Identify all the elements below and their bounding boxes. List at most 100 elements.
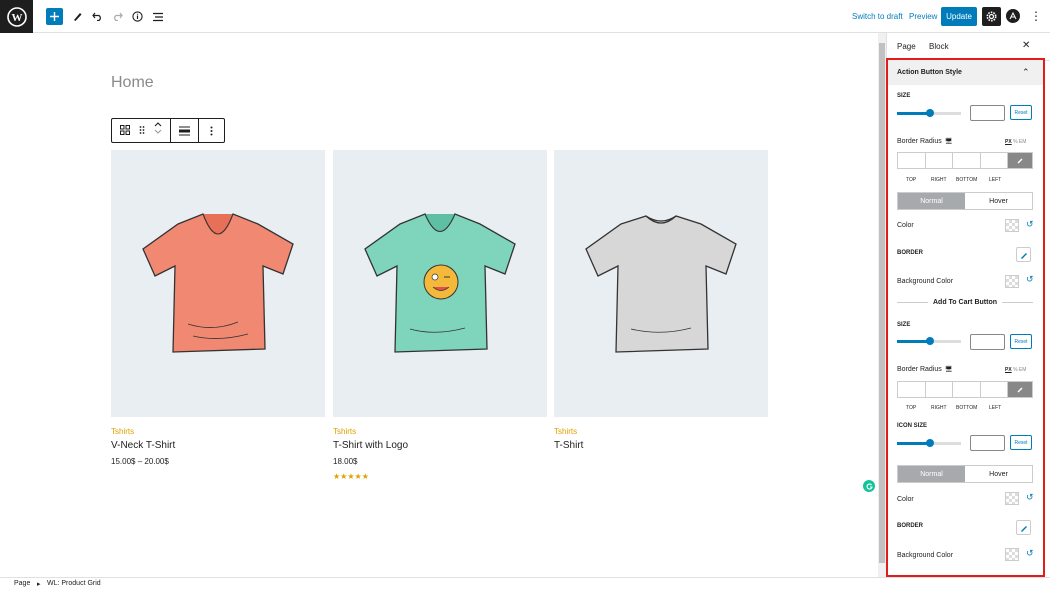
icon-size-label: ICON SIZE xyxy=(897,423,928,429)
product-name[interactable]: V-Neck T-Shirt xyxy=(111,440,325,451)
edit-pen-icon[interactable] xyxy=(1016,247,1031,262)
normal-tab[interactable]: Normal xyxy=(898,466,965,482)
icon-size-reset-button[interactable]: Reset xyxy=(1010,435,1032,450)
radius-left-input[interactable] xyxy=(981,382,1008,397)
radius-right-input[interactable] xyxy=(926,153,953,168)
cart-size-label: SIZE xyxy=(897,322,911,328)
cart-unit-selector[interactable]: PX % EM xyxy=(1005,367,1026,373)
normal-tab[interactable]: Normal xyxy=(898,193,965,209)
more-options-icon[interactable]: ⋮ xyxy=(1030,9,1042,23)
cart-background-color-swatch[interactable] xyxy=(1005,548,1019,561)
radius-top-input[interactable] xyxy=(898,382,926,397)
align-block-icon[interactable] xyxy=(171,119,199,142)
reset-cart-bg-color-icon[interactable]: ↺ xyxy=(1026,549,1034,558)
edit-tools-icon[interactable] xyxy=(69,8,86,25)
scrollbar-thumb[interactable] xyxy=(879,43,885,563)
product-category[interactable]: Tshirts xyxy=(111,427,325,436)
product-card[interactable]: Tshirts T-Shirt xyxy=(554,150,768,451)
grid-block-icon[interactable] xyxy=(120,122,131,140)
product-card[interactable]: Tshirts V-Neck T-Shirt 15.00$ – 20.00$ xyxy=(111,150,325,466)
cart-background-color-label: Background Color xyxy=(897,552,954,559)
product-category[interactable]: Tshirts xyxy=(554,427,768,436)
product-card[interactable]: Tshirts T-Shirt with Logo 18.00$ ★★★★★ xyxy=(333,150,547,481)
edit-pen-icon[interactable] xyxy=(1016,520,1031,535)
product-rating-stars: ★★★★★ xyxy=(333,472,369,481)
size-slider[interactable] xyxy=(897,109,961,117)
switch-to-draft-link[interactable]: Switch to draft xyxy=(852,12,903,21)
undo-icon[interactable] xyxy=(89,8,106,25)
update-button[interactable]: Update xyxy=(941,7,977,26)
close-icon[interactable]: ✕ xyxy=(1022,40,1030,51)
reset-color-icon[interactable]: ↺ xyxy=(1026,220,1034,229)
cart-state-toggle[interactable]: Normal Hover xyxy=(897,465,1033,483)
size-reset-button[interactable]: Reset xyxy=(1010,105,1032,120)
icon-size-slider[interactable] xyxy=(897,439,961,447)
details-info-icon[interactable] xyxy=(129,8,146,25)
add-block-button[interactable] xyxy=(46,8,63,25)
border-radius-inputs[interactable] xyxy=(897,152,1033,169)
unit-selector[interactable]: PX % EM xyxy=(1005,139,1026,145)
slider-knob[interactable] xyxy=(926,439,934,447)
plugin-logo-icon[interactable] xyxy=(1006,9,1020,23)
state-toggle[interactable]: Normal Hover xyxy=(897,192,1033,210)
tab-block[interactable]: Block xyxy=(929,42,949,51)
link-values-icon[interactable] xyxy=(1008,382,1032,397)
cart-border-radius-label: Border Radius 🖥 xyxy=(897,366,953,373)
reset-cart-color-icon[interactable]: ↺ xyxy=(1026,493,1034,502)
cart-size-input[interactable] xyxy=(970,334,1005,350)
border-label: BORDER xyxy=(897,250,924,256)
color-swatch[interactable] xyxy=(1005,219,1019,232)
tab-page[interactable]: Page xyxy=(897,42,916,51)
icon-size-input[interactable] xyxy=(970,435,1005,451)
hover-tab[interactable]: Hover xyxy=(965,193,1032,209)
product-image[interactable] xyxy=(111,150,325,417)
drag-handle-icon[interactable] xyxy=(139,122,145,140)
list-view-icon[interactable] xyxy=(149,8,166,25)
background-color-swatch[interactable] xyxy=(1005,275,1019,288)
slider-fill xyxy=(897,442,929,445)
cart-border-label: BORDER xyxy=(897,523,924,529)
grammarly-icon[interactable] xyxy=(863,480,875,492)
panel-header-action-button-style[interactable]: Action Button Style ⌃ xyxy=(888,60,1043,85)
cart-size-reset-button[interactable]: Reset xyxy=(1010,334,1032,349)
radius-top-input[interactable] xyxy=(898,153,926,168)
cart-size-slider[interactable] xyxy=(897,337,961,345)
breadcrumb-product-grid[interactable]: WL: Product Grid xyxy=(47,580,101,587)
block-options-icon[interactable] xyxy=(199,119,224,142)
desktop-icon[interactable]: 🖥 xyxy=(945,366,953,373)
radius-bottom-input[interactable] xyxy=(953,153,981,168)
hover-tab[interactable]: Hover xyxy=(965,466,1032,482)
background-color-label: Background Color xyxy=(897,278,954,285)
product-name[interactable]: T-Shirt xyxy=(554,440,768,451)
page-title[interactable]: Home xyxy=(111,74,154,92)
tshirt-image xyxy=(364,212,516,353)
tshirt-image xyxy=(142,212,294,353)
slider-fill xyxy=(897,112,929,115)
size-input[interactable] xyxy=(970,105,1005,121)
cart-color-swatch[interactable] xyxy=(1005,492,1019,505)
redo-icon[interactable] xyxy=(109,8,126,25)
size-label: SIZE xyxy=(897,93,911,99)
slider-knob[interactable] xyxy=(926,109,934,117)
link-values-icon[interactable] xyxy=(1008,153,1032,168)
tshirt-image xyxy=(585,214,737,353)
radius-right-input[interactable] xyxy=(926,382,953,397)
cart-border-radius-inputs[interactable] xyxy=(897,381,1033,398)
breadcrumb-page[interactable]: Page xyxy=(14,580,30,587)
desktop-icon[interactable]: 🖥 xyxy=(945,138,953,145)
product-category[interactable]: Tshirts xyxy=(333,427,547,436)
chevron-up-icon[interactable]: ⌃ xyxy=(1022,67,1030,78)
radius-left-input[interactable] xyxy=(981,153,1008,168)
product-image[interactable] xyxy=(333,150,547,417)
radius-bottom-input[interactable] xyxy=(953,382,981,397)
reset-bg-color-icon[interactable]: ↺ xyxy=(1026,275,1034,284)
canvas-scrollbar[interactable] xyxy=(878,33,886,578)
product-image[interactable] xyxy=(554,150,768,417)
move-up-down-icon[interactable] xyxy=(154,121,162,140)
wordpress-logo-icon[interactable]: W xyxy=(0,0,33,33)
product-name[interactable]: T-Shirt with Logo xyxy=(333,440,547,451)
settings-gear-icon[interactable] xyxy=(982,7,1001,26)
preview-link[interactable]: Preview xyxy=(909,12,937,21)
border-radius-label: Border Radius 🖥 xyxy=(897,138,953,145)
slider-knob[interactable] xyxy=(926,337,934,345)
